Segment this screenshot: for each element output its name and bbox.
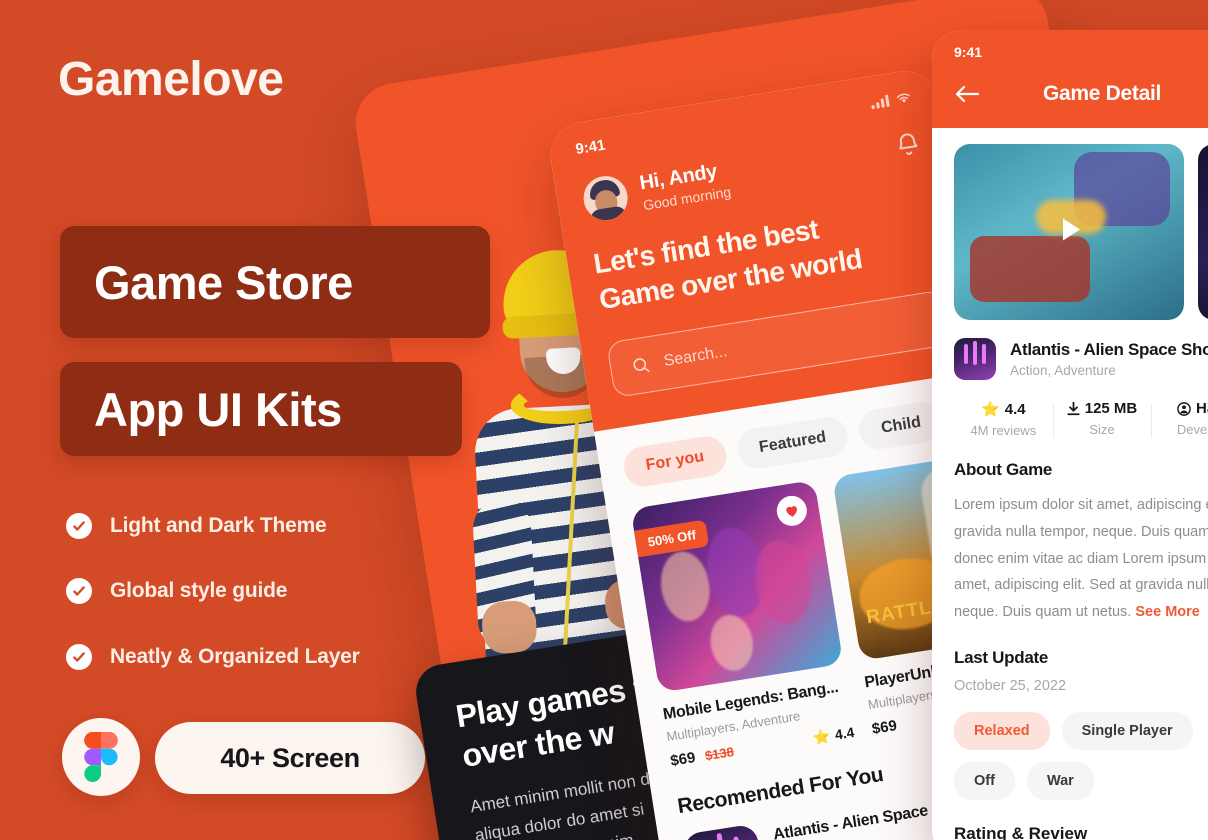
tag-list: Relaxed Single Player Off War	[954, 712, 1208, 801]
see-more-link[interactable]: See More	[1135, 604, 1199, 620]
game-rating-value: 4.4	[833, 724, 856, 744]
download-icon	[1067, 401, 1080, 415]
figma-logo-icon	[62, 718, 140, 796]
feature-label: Light and Dark Theme	[110, 514, 327, 537]
game-price: $69	[870, 716, 899, 738]
kit-chip-app-ui-kits: App UI Kits	[60, 362, 462, 456]
game-old-price: $138	[703, 743, 735, 764]
feature-label: Global style guide	[110, 579, 288, 602]
feature-label: Neatly & Organized Layer	[110, 645, 360, 668]
star-icon: ⭐	[981, 401, 1000, 418]
avatar	[580, 172, 631, 224]
bell-icon[interactable]	[893, 129, 923, 159]
detail-body: Atlantis - Alien Space Shoo Action, Adve…	[932, 128, 1208, 840]
stat-label: 4M reviews	[970, 423, 1037, 438]
status-time: 9:41	[574, 136, 607, 159]
search-placeholder: Search...	[662, 342, 729, 370]
kit-chip-game-store: Game Store	[60, 226, 490, 338]
tag-single-player[interactable]: Single Player	[1061, 712, 1193, 751]
play-icon[interactable]	[1050, 211, 1088, 254]
feature-item: Light and Dark Theme	[66, 513, 327, 539]
tag-war[interactable]: War	[1026, 762, 1094, 801]
tag-off[interactable]: Off	[954, 762, 1015, 801]
app-name: Atlantis - Alien Space Shoo	[1010, 340, 1208, 359]
feature-item: Global style guide	[66, 578, 287, 604]
game-app-icon	[954, 338, 996, 380]
cellular-signal-icon	[870, 94, 890, 109]
stat-value: Hab	[1196, 400, 1208, 417]
stat-value: 4.4	[1004, 400, 1026, 418]
category-chip-featured[interactable]: Featured	[734, 414, 851, 472]
stat-developer: Hab Develop	[1151, 400, 1208, 438]
last-update-title: Last Update	[954, 648, 1048, 668]
check-circle-icon	[66, 513, 92, 539]
game-card[interactable]: 50% Off Mobile Legends: Bang... Multipla…	[630, 479, 856, 770]
brand-title: Gamelove	[58, 53, 284, 106]
account-icon	[1177, 401, 1191, 416]
app-category: Action, Adventure	[1010, 363, 1116, 378]
stat-rating: ⭐ 4.4 4M reviews	[954, 400, 1053, 439]
kit-chip-label: Game Store	[94, 255, 353, 309]
wifi-icon	[896, 93, 910, 103]
game-app-icon	[682, 823, 767, 840]
about-text: Lorem ipsum dolor sit amet, adipiscing e…	[954, 492, 1208, 626]
heart-icon[interactable]	[774, 493, 809, 528]
arrow-left-icon[interactable]	[954, 85, 988, 103]
screenshot-thumbnail[interactable]	[954, 144, 1184, 320]
screens-count-badge: 40+ Screen	[155, 722, 425, 794]
game-rating: ⭐ 4.4	[811, 724, 855, 747]
greeting-block: Hi, Andy Good morning	[638, 158, 732, 213]
screenshot-thumbnail[interactable]	[1198, 144, 1208, 320]
home-hero: 9:41 Hi, Andy Good morning Let's find th…	[545, 66, 982, 432]
check-circle-icon	[66, 578, 92, 604]
tag-relaxed[interactable]: Relaxed	[954, 712, 1050, 751]
search-icon	[633, 358, 650, 373]
stat-label: Develop	[1176, 422, 1208, 437]
status-time: 9:41	[954, 44, 983, 60]
check-circle-icon	[66, 644, 92, 670]
about-section-title: About Game	[954, 460, 1053, 479]
rating-review-title: Rating & Review	[954, 824, 1088, 840]
screenshot-carousel[interactable]	[954, 144, 1208, 320]
kit-chip-label: App UI Kits	[94, 382, 342, 436]
feature-item: Neatly & Organized Layer	[66, 644, 360, 670]
game-price: $69	[669, 748, 697, 770]
stat-label: Size	[1089, 422, 1115, 437]
star-icon: ⭐	[811, 727, 832, 747]
game-cover-image: 50% Off	[630, 479, 844, 693]
status-icons	[870, 91, 912, 109]
detail-header: 9:41 Game Detail	[932, 30, 1208, 128]
discount-badge: 50% Off	[633, 519, 710, 558]
stat-size: 125 MB Size	[1052, 400, 1152, 438]
app-info-row: Atlantis - Alien Space Shoo Action, Adve…	[954, 338, 1208, 380]
about-body: Lorem ipsum dolor sit amet, adipiscing e…	[954, 497, 1208, 621]
detail-navbar: Game Detail	[954, 82, 1208, 106]
app-name-block: Atlantis - Alien Space Shoo Action, Adve…	[1010, 340, 1208, 378]
last-update-date: October 25, 2022	[954, 678, 1067, 695]
phone-detail-screen: 9:41 Game Detail Atlantis - Alien Space …	[932, 30, 1208, 840]
poster-stage: Gamelove Game Store App UI Kits Light an…	[0, 0, 1208, 840]
page-title: Game Detail	[1042, 82, 1162, 105]
app-stats-row: ⭐4.4 4M reviews 125 MB Size Hab Develop	[954, 400, 1208, 438]
stat-value: 125 MB	[1084, 400, 1138, 417]
category-chip-for-you[interactable]: For you	[621, 433, 729, 490]
